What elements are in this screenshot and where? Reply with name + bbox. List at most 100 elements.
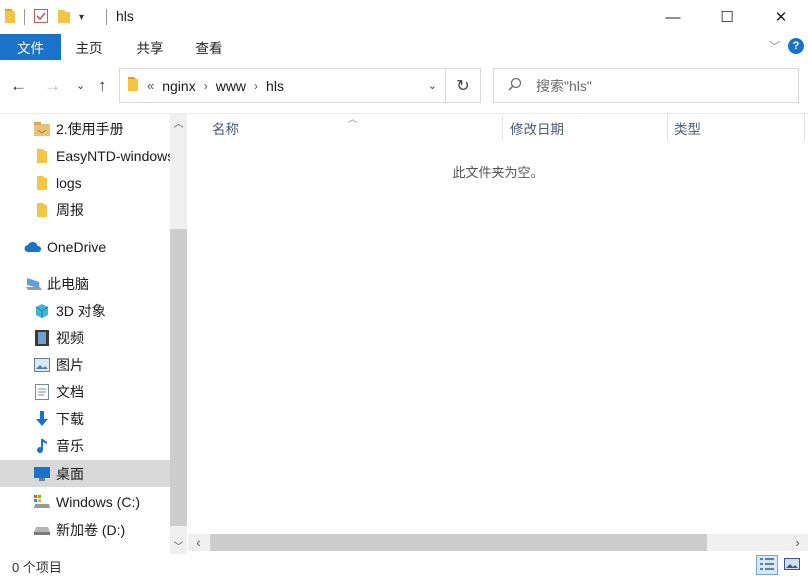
details-view-button[interactable]: [756, 555, 778, 575]
sidebar-item-downloads[interactable]: 下载: [0, 405, 170, 432]
column-divider[interactable]: [804, 114, 805, 142]
sidebar-item-onedrive[interactable]: OneDrive: [0, 233, 170, 260]
large-icons-view-icon: [784, 557, 800, 573]
breadcrumb-nginx[interactable]: nginx: [162, 78, 195, 94]
customize-qat-arrow-icon[interactable]: ▾: [79, 12, 84, 23]
music-icon: [34, 438, 50, 454]
overflow-crumbs[interactable]: «: [147, 78, 154, 93]
sidebar-item-pictures[interactable]: 图片: [0, 351, 170, 378]
navigation-bar: ← → ⌄ ↑ « nginx › www › hls ⌄ ↻ 搜索"hls": [0, 66, 808, 106]
up-arrow-icon[interactable]: ↑: [98, 76, 107, 96]
sidebar-item-documents[interactable]: 文档: [0, 378, 170, 405]
close-button[interactable]: ✕: [754, 0, 808, 34]
sidebar-item-label: 音乐: [56, 437, 84, 454]
sidebar-item-label: 文档: [56, 383, 84, 400]
navigation-pane: 2.使用手册 EasyNTD-windows logs 周报 OneDrive …: [0, 113, 187, 554]
minimize-button[interactable]: —: [646, 0, 700, 34]
horizontal-scrollbar[interactable]: ‹ ›: [188, 534, 808, 551]
sidebar-item-desktop[interactable]: 桌面: [0, 460, 170, 487]
expand-ribbon-chevron-icon[interactable]: ﹀: [769, 38, 780, 54]
column-header-type[interactable]: 类型: [674, 114, 701, 142]
maximize-button[interactable]: ☐: [700, 0, 754, 34]
column-divider[interactable]: [502, 114, 503, 142]
scroll-right-arrow-icon[interactable]: ›: [789, 534, 806, 551]
breadcrumb-hls[interactable]: hls: [266, 78, 284, 94]
sidebar-item-label: 此电脑: [47, 275, 89, 292]
column-divider[interactable]: [667, 114, 668, 142]
sidebar-item-logs[interactable]: logs: [0, 169, 170, 196]
sidebar-item-label: 视频: [56, 329, 84, 346]
status-bar: 0 个项目: [0, 553, 808, 576]
sidebar-item-drive-c[interactable]: Windows (C:): [0, 488, 170, 515]
sidebar-item-label: 桌面: [56, 465, 84, 482]
sidebar-item-3d-objects[interactable]: 3D 对象: [0, 297, 170, 324]
sidebar-item-videos[interactable]: 视频: [0, 324, 170, 351]
address-dropdown-chevron-icon[interactable]: ⌄: [428, 79, 437, 92]
horizontal-scroll-thumb[interactable]: [210, 534, 707, 551]
sidebar-item-label: 下载: [56, 410, 84, 427]
sidebar-item-user-manual[interactable]: 2.使用手册: [0, 115, 170, 142]
navpane-scroll-thumb[interactable]: [170, 229, 187, 526]
large-icons-view-button[interactable]: [781, 555, 803, 575]
folder-icon: [34, 202, 50, 218]
sidebar-item-label: 2.使用手册: [56, 120, 124, 137]
column-header-name[interactable]: 名称: [212, 114, 239, 142]
sidebar-item-label: 图片: [56, 356, 84, 373]
folder-icon[interactable]: [4, 8, 16, 27]
video-icon: [34, 329, 50, 346]
folder-doc-icon: [34, 121, 50, 137]
folder-icon: [127, 76, 139, 95]
download-icon: [34, 410, 50, 427]
item-count: 0 个项目: [12, 560, 62, 575]
scroll-down-arrow-icon[interactable]: ﹀: [170, 537, 187, 554]
scroll-up-arrow-icon[interactable]: ︿: [170, 114, 187, 131]
cloud-icon: [24, 239, 42, 255]
properties-checkbox-icon[interactable]: [33, 8, 49, 27]
sidebar-item-easyntd[interactable]: EasyNTD-windows: [0, 142, 170, 169]
sort-arrow-icon: ︿: [348, 114, 358, 124]
sidebar-item-label: 周报: [56, 201, 84, 218]
folder-icon: [34, 148, 50, 164]
column-header-date-modified[interactable]: 修改日期: [510, 114, 564, 142]
file-list[interactable]: ︿ 名称 修改日期 类型 此文件夹为空。 ‹ ›: [188, 113, 808, 553]
new-folder-icon[interactable]: [57, 8, 71, 27]
chevron-right-icon[interactable]: ›: [204, 79, 208, 93]
address-bar[interactable]: « nginx › www › hls ⌄: [119, 68, 446, 103]
chevron-right-icon[interactable]: ›: [254, 79, 258, 93]
recent-locations-chevron-icon[interactable]: ⌄: [76, 79, 85, 92]
tab-home[interactable]: 主页: [64, 34, 114, 60]
back-arrow-icon[interactable]: ←: [10, 76, 27, 96]
tab-file[interactable]: 文件: [0, 34, 61, 60]
forward-arrow-icon[interactable]: →: [44, 76, 61, 96]
scroll-left-arrow-icon[interactable]: ‹: [190, 534, 207, 551]
pictures-icon: [34, 357, 50, 373]
folder-icon: [34, 175, 50, 191]
empty-folder-message: 此文件夹为空。: [452, 165, 544, 180]
search-input[interactable]: 搜索"hls": [493, 68, 799, 103]
navpane-scrollbar[interactable]: ︿ ﹀: [170, 114, 187, 554]
desktop-icon: [34, 466, 50, 482]
search-placeholder: 搜索"hls": [536, 77, 592, 94]
refresh-icon: ↻: [456, 77, 470, 95]
sidebar-item-label: 新加卷 (D:): [56, 521, 126, 538]
details-view-icon: [760, 557, 774, 573]
sidebar-item-weekly-report[interactable]: 周报: [0, 196, 170, 223]
help-icon[interactable]: ?: [788, 38, 804, 54]
drive-d-icon: [34, 522, 50, 538]
ribbon-tabs: 文件 主页 共享 查看 ﹀ ?: [0, 34, 808, 60]
tab-share[interactable]: 共享: [125, 34, 175, 60]
refresh-button[interactable]: ↻: [446, 68, 481, 103]
search-icon: [508, 77, 522, 94]
sidebar-item-label: 3D 对象: [56, 302, 106, 319]
sidebar-item-this-pc[interactable]: 此电脑: [0, 270, 170, 297]
sidebar-item-label: logs: [56, 174, 82, 191]
title-bar: ▾ hls — ☐ ✕: [0, 0, 808, 34]
sidebar-item-music[interactable]: 音乐: [0, 432, 170, 459]
drive-c-icon: [34, 494, 50, 510]
window-title: hls: [116, 8, 134, 24]
sidebar-item-drive-d[interactable]: 新加卷 (D:): [0, 516, 170, 543]
cube-icon: [34, 303, 50, 319]
breadcrumb-www[interactable]: www: [216, 78, 246, 94]
quick-access-toolbar: ▾: [4, 7, 84, 27]
tab-view[interactable]: 查看: [184, 34, 234, 60]
